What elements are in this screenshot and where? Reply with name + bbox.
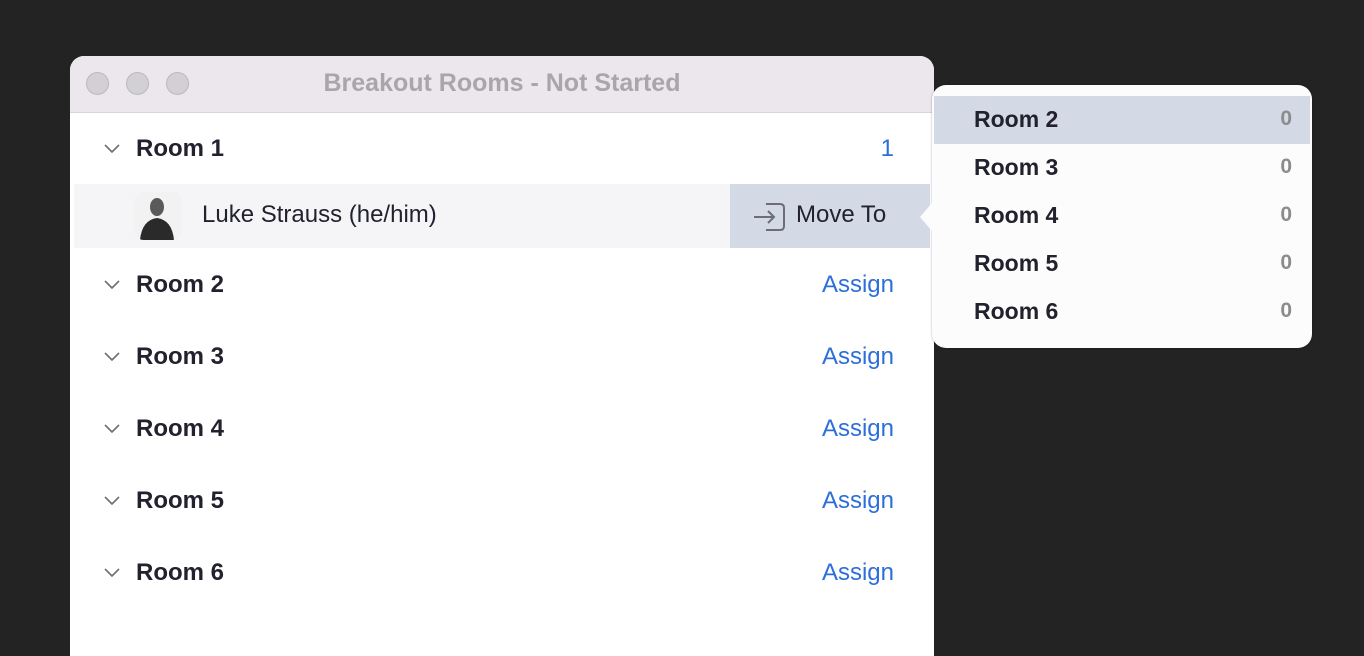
participant-name: Luke Strauss (he/him) [202, 201, 437, 228]
menu-item-count: 0 [1280, 251, 1292, 274]
room-row-3[interactable]: Room 3 Assign [70, 326, 934, 386]
chevron-down-icon[interactable] [104, 276, 120, 292]
breakout-rooms-window: Breakout Rooms - Not Started Room 1 1 Lu… [70, 56, 934, 656]
menu-item-room-5[interactable]: Room 5 0 [934, 240, 1310, 288]
room-name: Room 4 [136, 415, 225, 442]
menu-item-label: Room 4 [974, 202, 1059, 228]
move-to-menu: Room 2 0 Room 3 0 Room 4 0 Room 5 0 Room… [920, 85, 1312, 348]
menu-item-count: 0 [1280, 107, 1292, 130]
participant-row[interactable]: Luke Strauss (he/him) Move To [74, 184, 930, 248]
room-participant-count: 1 [880, 135, 894, 162]
move-to-label: Move To [796, 201, 887, 228]
menu-item-label: Room 2 [974, 106, 1059, 132]
move-to-icon [754, 203, 785, 231]
room-name: Room 1 [136, 135, 225, 162]
room-name: Room 2 [136, 271, 225, 298]
move-to-button[interactable]: Move To [730, 184, 930, 248]
avatar [134, 192, 182, 240]
room-name: Room 6 [136, 559, 225, 586]
menu-item-room-4[interactable]: Room 4 0 [934, 192, 1310, 240]
menu-item-label: Room 6 [974, 298, 1059, 324]
chevron-down-icon[interactable] [104, 420, 120, 436]
menu-item-room-2[interactable]: Room 2 0 [934, 96, 1310, 144]
chevron-down-icon[interactable] [104, 348, 120, 364]
room-row-5[interactable]: Room 5 Assign [70, 470, 934, 530]
assign-button[interactable]: Assign [822, 559, 894, 587]
chevron-down-icon[interactable] [104, 564, 120, 580]
room-name: Room 3 [136, 343, 225, 370]
room-row-1[interactable]: Room 1 1 [70, 118, 934, 178]
menu-item-room-6[interactable]: Room 6 0 [934, 288, 1310, 336]
menu-item-label: Room 5 [974, 250, 1059, 276]
assign-button[interactable]: Assign [822, 343, 894, 371]
menu-item-room-3[interactable]: Room 3 0 [934, 144, 1310, 192]
menu-item-label: Room 3 [974, 154, 1059, 180]
room-row-2[interactable]: Room 2 Assign [70, 254, 934, 314]
menu-item-count: 0 [1280, 155, 1292, 178]
chevron-down-icon[interactable] [104, 492, 120, 508]
room-name: Room 5 [136, 487, 225, 514]
popover-arrow [920, 203, 932, 231]
assign-button[interactable]: Assign [822, 271, 894, 299]
assign-button[interactable]: Assign [822, 487, 894, 515]
title-bar: Breakout Rooms - Not Started [70, 56, 934, 113]
room-row-4[interactable]: Room 4 Assign [70, 398, 934, 458]
room-row-6[interactable]: Room 6 Assign [70, 542, 934, 602]
window-title: Breakout Rooms - Not Started [323, 69, 681, 97]
chevron-down-icon[interactable] [104, 140, 120, 156]
menu-item-count: 0 [1280, 203, 1292, 226]
assign-button[interactable]: Assign [822, 415, 894, 443]
menu-item-count: 0 [1280, 299, 1292, 322]
